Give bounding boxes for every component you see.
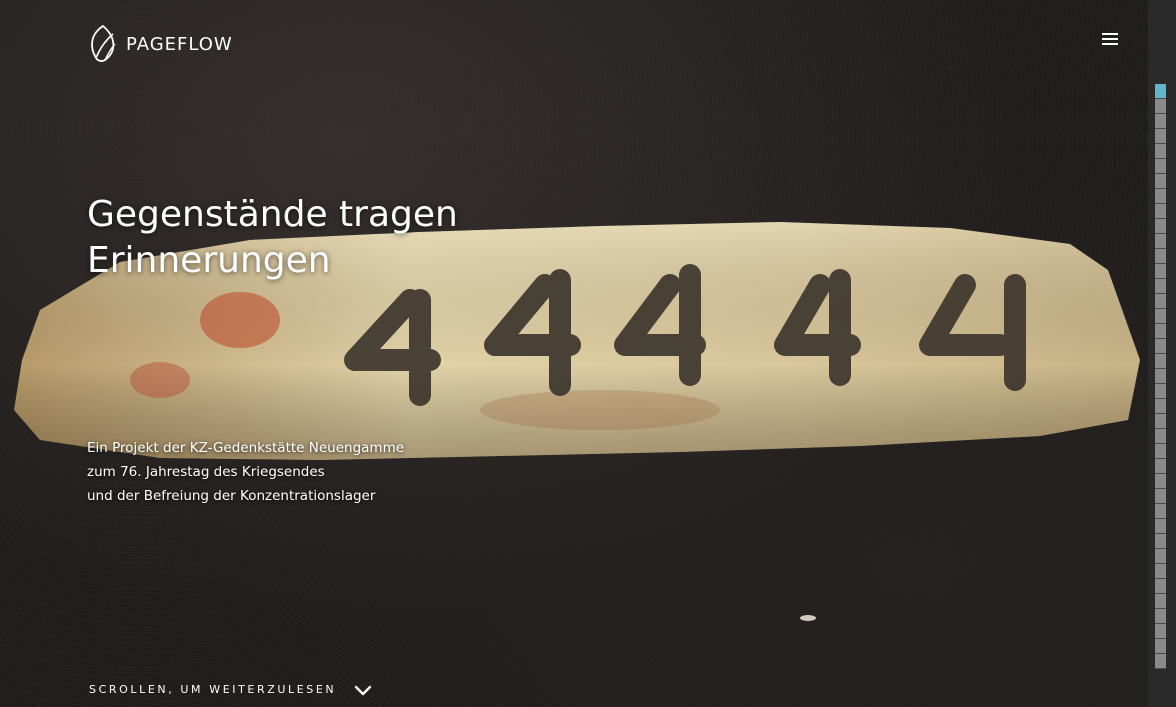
- page-navigation-dots: [1155, 84, 1167, 669]
- page-navigation-dot[interactable]: [1155, 309, 1166, 324]
- hamburger-menu-icon[interactable]: [1102, 33, 1120, 49]
- page-navigation-dot[interactable]: [1155, 129, 1166, 144]
- page-navigation-dot[interactable]: [1155, 414, 1166, 429]
- pageflow-logo[interactable]: PAGEFLOW: [86, 24, 233, 64]
- page-navigation-dot[interactable]: [1155, 594, 1166, 609]
- page-navigation-dot[interactable]: [1155, 534, 1166, 549]
- chevron-down-icon: [355, 685, 372, 695]
- page-navigation-dot[interactable]: [1155, 189, 1166, 204]
- page-navigation-dot[interactable]: [1155, 99, 1166, 114]
- page-navigation-dot[interactable]: [1155, 294, 1166, 309]
- page-navigation-dot[interactable]: [1155, 474, 1166, 489]
- background-image: [0, 0, 1148, 707]
- page-navigation-dot[interactable]: [1155, 369, 1166, 384]
- header: PAGEFLOW: [0, 0, 1148, 84]
- page-navigation-dot[interactable]: [1155, 204, 1166, 219]
- page-navigation-dot[interactable]: [1155, 159, 1166, 174]
- page-navigation-dot[interactable]: [1155, 459, 1166, 474]
- page-navigation-dot[interactable]: [1155, 624, 1166, 639]
- hero-title: Gegenstände tragen Erinnerungen: [87, 192, 607, 284]
- page-navigation-dot[interactable]: [1155, 84, 1166, 99]
- page-navigation-dot[interactable]: [1155, 609, 1166, 624]
- page-navigation-dot[interactable]: [1155, 579, 1166, 594]
- hero-subtitle-line-1: Ein Projekt der KZ-Gedenkstätte Neuengam…: [87, 440, 405, 456]
- hero-subtitle-line-2: zum 76. Jahrestag des Kriegsendes: [87, 464, 325, 480]
- pageflow-entry: PAGEFLOW Gegenstände tragen Erinnerungen…: [0, 0, 1176, 707]
- page-navigation-dot[interactable]: [1155, 114, 1166, 129]
- pageflow-leaf-icon: [91, 24, 116, 62]
- menu-line: [1102, 33, 1118, 35]
- scroll-hint-button[interactable]: SCROLLEN, UM WEITERZULESEN: [89, 683, 372, 696]
- menu-line: [1102, 38, 1118, 40]
- page-navigation-dot[interactable]: [1155, 654, 1166, 669]
- hero-title-line-1: Gegenstände tragen: [87, 194, 458, 235]
- page-navigation-dot[interactable]: [1155, 339, 1166, 354]
- page-navigation-dot[interactable]: [1155, 639, 1166, 654]
- page-navigation-dot[interactable]: [1155, 219, 1166, 234]
- page-navigation-dot[interactable]: [1155, 264, 1166, 279]
- page-navigation-dot[interactable]: [1155, 504, 1166, 519]
- hero-subtitle-line-3: und der Befreiung der Konzentrationslage…: [87, 488, 376, 504]
- page-navigation-dot[interactable]: [1155, 564, 1166, 579]
- page-navigation-dot[interactable]: [1155, 354, 1166, 369]
- page-navigation-dot[interactable]: [1155, 174, 1166, 189]
- page-navigation-dot[interactable]: [1155, 234, 1166, 249]
- page-navigation-dot[interactable]: [1155, 249, 1166, 264]
- armband-artifact-image: [14, 222, 1140, 621]
- page-navigation-dot[interactable]: [1155, 549, 1166, 564]
- page-navigation-dot[interactable]: [1155, 144, 1166, 159]
- brand-name: PAGEFLOW: [126, 33, 233, 55]
- page-navigation-dot[interactable]: [1155, 279, 1166, 294]
- page-navigation-dot[interactable]: [1155, 519, 1166, 534]
- hero-subtitle: Ein Projekt der KZ-Gedenkstätte Neuengam…: [87, 436, 547, 508]
- hero-title-line-2: Erinnerungen: [87, 240, 331, 281]
- menu-line: [1102, 43, 1118, 45]
- page-navigation-dot[interactable]: [1155, 324, 1166, 339]
- page-navigation-dot[interactable]: [1155, 399, 1166, 414]
- page-navigation-dot[interactable]: [1155, 444, 1166, 459]
- page-navigation-dot[interactable]: [1155, 384, 1166, 399]
- page-navigation-dot[interactable]: [1155, 489, 1166, 504]
- page-navigation-dot[interactable]: [1155, 429, 1166, 444]
- scroll-hint-label: SCROLLEN, UM WEITERZULESEN: [89, 683, 337, 696]
